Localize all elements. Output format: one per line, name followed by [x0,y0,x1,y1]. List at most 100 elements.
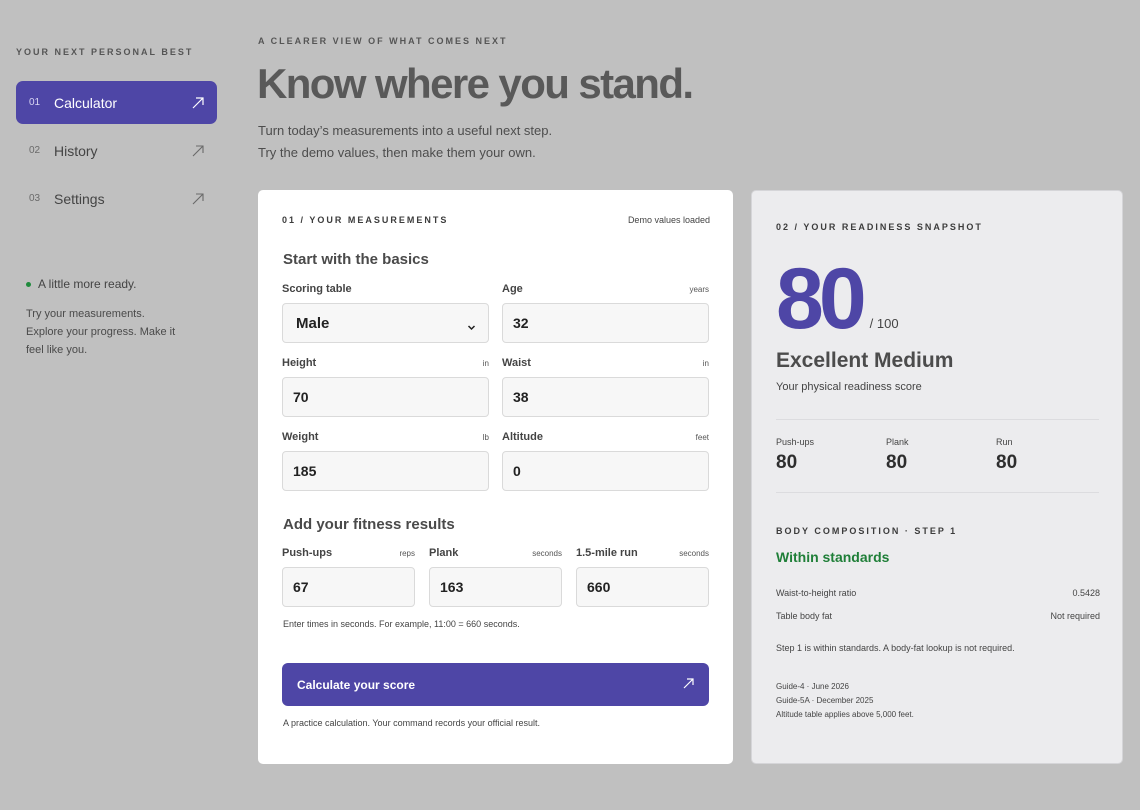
field-unit: seconds [679,549,709,558]
intro-line: Try the demo values, then make them your… [258,145,536,160]
height-field: Height in 70 [282,357,489,417]
field-unit: reps [399,549,415,558]
score-display: 80 / 100 [776,256,899,342]
reference-item: Guide-4 · June 2026 [776,682,849,691]
readiness-status: A little more ready. Try your measuremen… [26,277,176,359]
pushups-input[interactable]: 67 [282,567,415,607]
plank-input[interactable]: 163 [429,567,562,607]
metric-value: 80 [776,452,798,473]
scoring-table-field: Scoring table Male [282,283,489,343]
metric-label: Plank [886,437,909,447]
section-label: 02 / YOUR READINESS SNAPSHOT [776,222,983,232]
altitude-input[interactable]: 0 [502,451,709,491]
status-line: A little more ready. [26,277,176,291]
nav-label: Calculator [54,94,118,111]
score-rating: Excellent Medium [776,349,954,372]
height-input[interactable]: 70 [282,377,489,417]
waist-field: Waist in 38 [502,357,709,417]
status-text: A little more ready. [38,277,137,291]
cta-label: Calculate your score [297,677,416,692]
metric-pushups: Push-ups 80 [776,437,814,474]
sidebar-nav: 01 Calculator 02 History 03 Settings [16,81,217,225]
reference-list: Guide-4 · June 2026 Guide-5A · December … [776,680,914,722]
field-unit: feet [695,433,709,442]
divider [776,419,1099,420]
metric-value: 80 [996,452,1018,473]
scoring-table-select[interactable]: Male [282,303,489,343]
plank-field: Plank seconds 163 [429,547,562,607]
row-value: 0.5428 [1072,588,1100,598]
run-field: 1.5-mile run seconds 660 [576,547,709,607]
table-body-fat-row: Table body fat Not required [776,611,1100,621]
score-subtitle: Your physical readiness score [776,381,922,393]
input-hint: Enter times in seconds. For example, 11:… [283,619,520,629]
status-description: Try your measurements. Explore your prog… [26,308,176,356]
sidebar-item-calculator[interactable]: 01 Calculator [16,81,217,124]
run-input[interactable]: 660 [576,567,709,607]
readiness-snapshot-panel: 02 / YOUR READINESS SNAPSHOT 80 / 100 Ex… [751,190,1123,764]
body-composition-status: Within standards [776,549,890,565]
field-label: Plank [429,547,459,559]
page-eyebrow: A CLEARER VIEW OF WHAT COMES NEXT [258,36,508,46]
field-label: Age [502,283,523,295]
field-unit: in [482,359,489,368]
pushups-field: Push-ups reps 67 [282,547,415,607]
metric-plank: Plank 80 [886,437,909,474]
arrow-up-right-icon [191,192,205,206]
altitude-field: Altitude feet 0 [502,431,709,491]
basics-title: Start with the basics [283,251,429,268]
select-value: Male [296,314,330,332]
nav-label: Settings [54,190,105,207]
intro-line: Turn today’s measurements into a useful … [258,123,553,138]
field-unit: seconds [532,549,562,558]
arrow-up-right-icon [191,96,205,110]
waist-height-ratio-row: Waist-to-height ratio 0.5428 [776,588,1100,598]
field-label: Scoring table [282,283,352,295]
reference-item: Guide-5A · December 2025 [776,696,874,705]
page-title: Know where you stand. [257,60,694,107]
brand-label: YOUR NEXT PERSONAL BEST [16,47,194,57]
cta-note: A practice calculation. Your command rec… [283,718,540,728]
field-unit: lb [482,433,489,442]
field-label: Height [282,357,317,369]
row-key: Table body fat [776,611,833,621]
measurements-panel: 01 / YOUR MEASUREMENTS Demo values loade… [258,190,733,764]
score-max: / 100 [869,316,899,331]
score-value: 80 [776,251,867,347]
arrow-up-right-icon [682,677,695,693]
chevron-down-icon [467,319,476,330]
section-label: 01 / YOUR MEASUREMENTS [282,215,449,225]
body-composition-note: Step 1 is within standards. A body-fat l… [776,643,1015,653]
field-unit: in [702,359,709,368]
row-key: Waist-to-height ratio [776,588,857,598]
field-label: Weight [282,431,319,443]
page-intro: Turn today’s measurements into a useful … [258,120,552,164]
field-label: Push-ups [282,547,333,559]
nav-number: 03 [29,193,41,204]
field-label: 1.5-mile run [576,547,638,559]
sidebar-item-settings[interactable]: 03 Settings [16,177,217,220]
nav-number: 01 [29,97,41,108]
nav-number: 02 [29,145,41,156]
row-value: Not required [1050,611,1100,621]
field-label: Waist [502,357,531,369]
field-unit: years [689,285,709,294]
weight-field: Weight lb 185 [282,431,489,491]
status-dot-icon [26,281,31,287]
weight-input[interactable]: 185 [282,451,489,491]
metric-label: Run [996,437,1013,447]
metric-value: 80 [886,452,908,473]
metric-label: Push-ups [776,437,815,447]
body-composition-label: BODY COMPOSITION · STEP 1 [776,526,958,536]
nav-label: History [54,142,98,159]
calculate-score-button[interactable]: Calculate your score [282,663,709,706]
fitness-title: Add your fitness results [283,516,455,533]
sidebar-item-history[interactable]: 02 History [16,129,217,172]
divider [776,492,1099,493]
age-input[interactable]: 32 [502,303,709,343]
age-field: Age years 32 [502,283,709,343]
waist-input[interactable]: 38 [502,377,709,417]
reference-item: Altitude table applies above 5,000 feet. [776,710,914,719]
metric-run: Run 80 [996,437,1017,474]
field-label: Altitude [502,431,543,443]
